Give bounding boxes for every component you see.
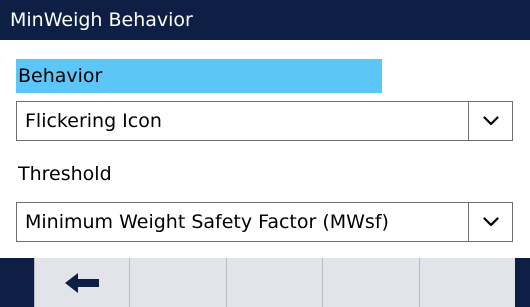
softkey-4[interactable] — [322, 258, 419, 307]
chevron-down-icon — [482, 116, 499, 126]
softkey-bar — [0, 258, 530, 307]
threshold-selected-value: Minimum Weight Safety Factor (MWsf) — [25, 211, 389, 233]
back-arrow-icon — [65, 272, 99, 293]
page-title: MinWeigh Behavior — [10, 9, 193, 31]
threshold-label: Threshold — [18, 163, 112, 185]
chevron-down-icon — [482, 217, 499, 227]
behavior-label: Behavior — [16, 59, 382, 93]
threshold-dropdown-toggle[interactable] — [468, 203, 512, 241]
threshold-dropdown[interactable]: Minimum Weight Safety Factor (MWsf) — [16, 202, 513, 242]
softkey-5[interactable] — [419, 258, 515, 307]
title-bar: MinWeigh Behavior — [0, 0, 530, 40]
softkey-3[interactable] — [226, 258, 322, 307]
behavior-dropdown[interactable]: Flickering Icon — [16, 101, 513, 141]
softkey-2[interactable] — [129, 258, 226, 307]
softkey-back[interactable] — [34, 258, 129, 307]
behavior-selected-value: Flickering Icon — [25, 110, 162, 132]
behavior-dropdown-toggle[interactable] — [468, 102, 512, 140]
